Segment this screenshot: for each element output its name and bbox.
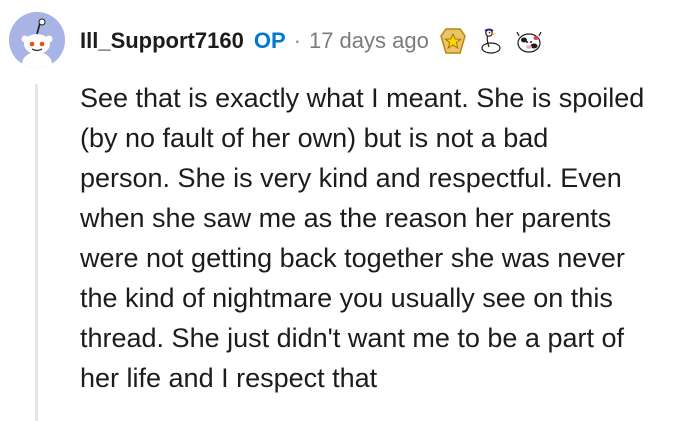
comment-body-line: See that is exactly what I meant. She is… <box>80 83 645 113</box>
comment-body-line: the kind of nightmare you usually see on… <box>80 283 613 313</box>
goose-award-icon[interactable] <box>477 27 505 55</box>
comment-body-line: her life and I respect that <box>80 363 378 393</box>
gold-star-award-icon[interactable] <box>439 27 467 55</box>
cow-award-icon[interactable] <box>515 27 543 55</box>
meta-separator: · <box>293 28 301 53</box>
thread-collapse-line[interactable] <box>35 84 38 421</box>
comment-header: Ill_Support7160 OP · 17 days ago <box>80 24 543 58</box>
op-badge: OP <box>253 28 286 53</box>
comment-body: See that is exactly what I meant. She is… <box>80 78 692 398</box>
snoo-avatar-icon <box>9 12 65 68</box>
comment-body-line: thread. She just didn't want me to be a … <box>80 323 624 353</box>
comment-timestamp[interactable]: 17 days ago <box>309 28 429 54</box>
author-username[interactable]: Ill_Support7160 <box>80 28 244 54</box>
comment: Ill_Support7160 OP · 17 days ago See tha… <box>0 0 700 421</box>
comment-body-line: were not getting back together she was n… <box>80 243 625 273</box>
comment-body-line: when she saw me as the reason her parent… <box>80 203 612 233</box>
avatar[interactable] <box>9 12 65 68</box>
comment-body-line: person. She is very kind and respectful.… <box>80 163 622 193</box>
comment-body-line: (by no fault of her own) but is not a ba… <box>80 123 549 153</box>
